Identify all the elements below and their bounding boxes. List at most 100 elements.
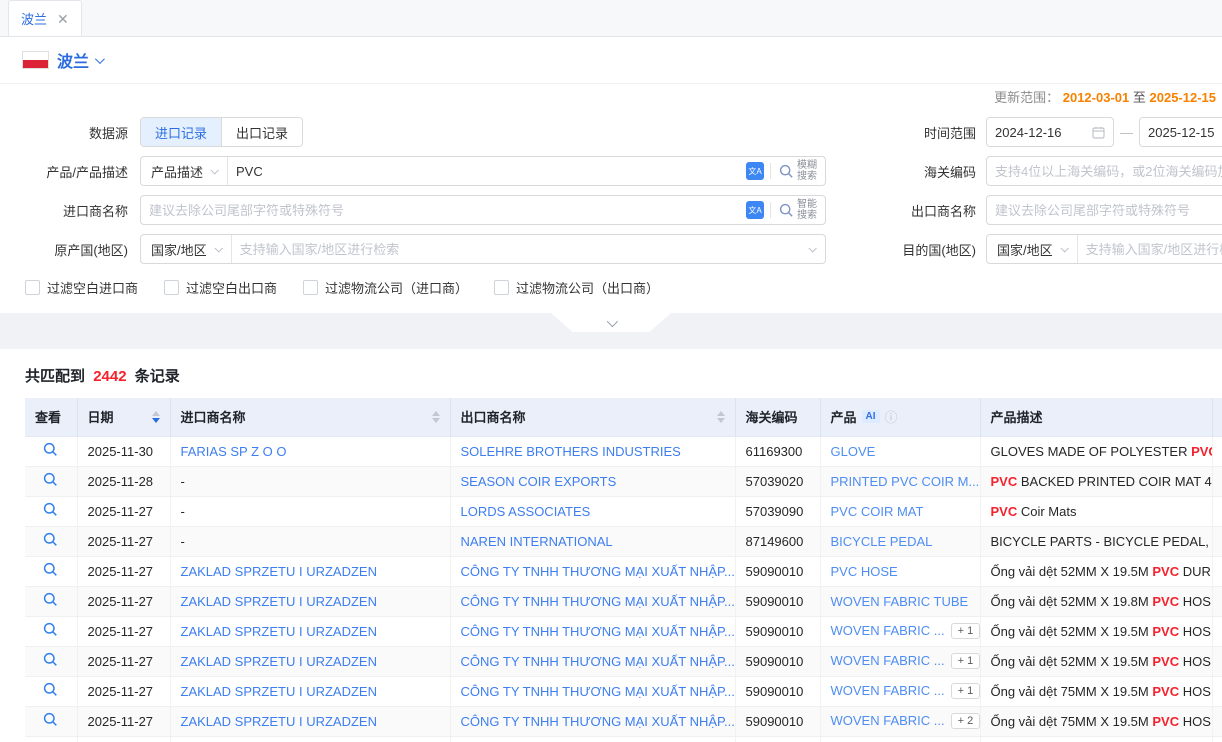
importer-link[interactable]: ZAKLAD SPRZETU I URZADZEN xyxy=(181,654,377,669)
importer-link[interactable]: FARIAS SP Z O O xyxy=(181,444,287,459)
product-link[interactable]: WOVEN FABRIC TUBE xyxy=(831,594,969,609)
date-end-input[interactable] xyxy=(1140,119,1222,145)
view-record-button[interactable] xyxy=(25,502,77,517)
hs-code-cell: 59090010 xyxy=(735,706,820,736)
product-link[interactable]: GLOVE xyxy=(831,444,876,459)
more-products-badge[interactable]: + 1 xyxy=(951,623,980,639)
col-hs-code: 海关编码 xyxy=(735,398,820,436)
exporter-link[interactable]: SEASON COIR EXPORTS xyxy=(461,474,617,489)
view-record-button[interactable] xyxy=(25,532,77,547)
hs-code-input[interactable] xyxy=(987,158,1222,184)
hs-code-field[interactable] xyxy=(986,156,1222,186)
importer-link[interactable]: ZAKLAD SPRZETU I URZADZEN xyxy=(181,684,377,699)
table-row: 2025-11-28 - SEASON COIR EXPORTS 5703902… xyxy=(25,466,1222,496)
product-link[interactable]: PRINTED PVC COIR M... xyxy=(831,474,980,489)
origin-label: 原产国(地区) xyxy=(0,240,128,259)
importer-link[interactable]: ZAKLAD SPRZETU I URZADZEN xyxy=(181,594,377,609)
exporter-field[interactable] xyxy=(986,195,1222,225)
sort-icons[interactable] xyxy=(717,411,725,423)
view-record-button[interactable] xyxy=(25,712,77,727)
origin-type-select[interactable]: 国家/地区 xyxy=(141,235,232,263)
view-record-button[interactable] xyxy=(25,682,77,697)
checkbox-icon[interactable] xyxy=(25,280,40,295)
product-link[interactable]: WOVEN FABRIC ... xyxy=(831,683,945,698)
sort-icons[interactable] xyxy=(432,411,440,423)
origin-input[interactable] xyxy=(232,236,809,262)
checkbox-icon[interactable] xyxy=(303,280,318,295)
view-record-button[interactable] xyxy=(25,472,77,487)
chevron-down-icon[interactable] xyxy=(95,54,105,64)
product-link[interactable]: PVC COIR MAT xyxy=(831,504,924,519)
checkbox-filter-blank-exporter[interactable]: 过滤空白出口商 xyxy=(164,278,277,297)
tab-poland[interactable]: 波兰 ✕ xyxy=(8,0,82,36)
destination-type-select[interactable]: 国家/地区 xyxy=(987,235,1078,263)
product-cell: PRINTED PVC COIR M... xyxy=(820,466,980,496)
description-cell: Ống vải dệt 75MM X 19.5M PVC HOS... xyxy=(980,676,1212,706)
importer-link[interactable]: ZAKLAD SPRZETU I URZADZEN xyxy=(181,564,377,579)
product-link[interactable]: BICYCLE PEDAL xyxy=(831,534,933,549)
more-products-badge[interactable]: + 1 xyxy=(951,653,980,669)
view-record-button[interactable] xyxy=(25,652,77,667)
exporter-cell: CÔNG TY TNHH THƯƠNG MẠI XUẤT NHẬP... xyxy=(450,706,735,736)
close-icon[interactable]: ✕ xyxy=(57,12,69,26)
more-products-badge[interactable]: + 1 xyxy=(951,683,980,699)
product-type-select[interactable]: 产品描述 xyxy=(141,157,228,185)
exporter-link[interactable]: CÔNG TY TNHH THƯƠNG MẠI XUẤT NHẬP... xyxy=(461,624,735,639)
exporter-link[interactable]: LORDS ASSOCIATES xyxy=(461,504,591,519)
table-row: 2025-11-27 ZAKLAD SPRZETU I URZADZEN CÔN… xyxy=(25,706,1222,736)
exporter-link[interactable]: CÔNG TY TNHH THƯƠNG MẠI XUẤT NHẬP... xyxy=(461,654,735,669)
tab-title: 波兰 xyxy=(21,9,47,28)
product-search-input[interactable] xyxy=(228,158,740,184)
search-icon xyxy=(779,203,794,218)
checkbox-icon[interactable] xyxy=(494,280,509,295)
exporter-cell: NAREN INTERNATIONAL xyxy=(450,526,735,556)
date-cell: 2025-11-27 xyxy=(77,556,170,586)
fuzzy-search-button[interactable]: 模糊 搜索 xyxy=(771,160,825,182)
collapse-panel-button[interactable] xyxy=(551,313,671,332)
checkbox-filter-logistics-importer[interactable]: 过滤物流公司（进口商） xyxy=(303,278,468,297)
datasource-import-tab[interactable]: 进口记录 xyxy=(141,118,221,146)
importer-link[interactable]: ZAKLAD SPRZETU I URZADZEN xyxy=(181,624,377,639)
checkbox-filter-blank-importer[interactable]: 过滤空白进口商 xyxy=(25,278,138,297)
translate-icon[interactable]: 文A xyxy=(746,162,764,180)
product-link[interactable]: WOVEN FABRIC ... xyxy=(831,713,945,728)
poland-flag-icon xyxy=(22,51,49,69)
view-record-button[interactable] xyxy=(25,562,77,577)
importer-input[interactable] xyxy=(141,197,740,223)
col-date[interactable]: 日期 xyxy=(77,398,170,436)
info-icon[interactable]: ⓘ xyxy=(885,407,898,426)
view-record-button[interactable] xyxy=(25,592,77,607)
datasource-export-tab[interactable]: 出口记录 xyxy=(221,118,302,146)
translate-icon[interactable]: 文A xyxy=(746,201,764,219)
product-link[interactable]: WOVEN FABRIC ... xyxy=(831,623,945,638)
date-cell: 2025-11-27 xyxy=(77,616,170,646)
overflow-cell xyxy=(1212,556,1222,586)
exporter-link[interactable]: CÔNG TY TNHH THƯƠNG MẠI XUẤT NHẬP... xyxy=(461,564,735,579)
destination-input[interactable] xyxy=(1078,236,1222,262)
checkbox-filter-logistics-exporter[interactable]: 过滤物流公司（出口商） xyxy=(494,278,659,297)
col-importer[interactable]: 进口商名称 xyxy=(170,398,450,436)
product-link[interactable]: WOVEN FABRIC ... xyxy=(831,653,945,668)
exporter-link[interactable]: CÔNG TY TNHH THƯƠNG MẠI XUẤT NHẬP... xyxy=(461,684,735,699)
table-row: 2025-11-27 ZAKLAD SPRZETU I URZADZEN CÔN… xyxy=(25,646,1222,676)
date-start-input[interactable] xyxy=(987,119,1084,145)
origin-field: 国家/地区 xyxy=(140,234,826,264)
exporter-link[interactable]: NAREN INTERNATIONAL xyxy=(461,534,613,549)
col-exporter[interactable]: 出口商名称 xyxy=(450,398,735,436)
date-start-field[interactable] xyxy=(986,117,1114,147)
importer-link[interactable]: ZAKLAD SPRZETU I URZADZEN xyxy=(181,714,377,729)
product-cell: WOVEN FABRIC TUBE xyxy=(820,586,980,616)
view-record-button[interactable] xyxy=(25,622,77,637)
product-link[interactable]: PVC HOSE xyxy=(831,564,898,579)
sort-icons[interactable] xyxy=(152,411,160,423)
more-products-badge[interactable]: + 2 xyxy=(951,713,980,729)
checkbox-icon[interactable] xyxy=(164,280,179,295)
exporter-input[interactable] xyxy=(987,197,1222,223)
smart-search-button[interactable]: 智能 搜索 xyxy=(771,199,825,221)
exporter-link[interactable]: SOLEHRE BROTHERS INDUSTRIES xyxy=(461,444,681,459)
exporter-link[interactable]: CÔNG TY TNHH THƯƠNG MẠI XUẤT NHẬP... xyxy=(461,714,735,729)
date-end-field[interactable] xyxy=(1139,117,1222,147)
view-record-button[interactable] xyxy=(25,442,77,457)
exporter-link[interactable]: CÔNG TY TNHH THƯƠNG MẠI XUẤT NHẬP... xyxy=(461,594,735,609)
update-range-to: 至 xyxy=(1133,90,1146,105)
